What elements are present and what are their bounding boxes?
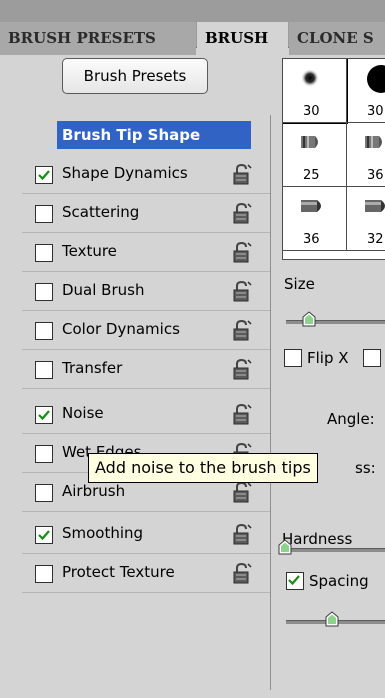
hardness-slider-track[interactable] [284, 548, 385, 552]
lock-icon[interactable] [232, 319, 252, 341]
brush-option-scattering[interactable]: Scattering [22, 194, 270, 233]
lock-icon[interactable] [232, 481, 252, 503]
size-label: Size [284, 275, 315, 293]
option-label: Color Dynamics [62, 320, 180, 338]
noise-tooltip: Add noise to the brush tips [88, 453, 318, 483]
brush-option-protect-texture[interactable]: Protect Texture [22, 554, 270, 593]
size-slider-track[interactable] [286, 320, 385, 324]
option-checkbox[interactable] [35, 565, 53, 583]
brush-preset-cell[interactable]: 36 [347, 123, 385, 187]
option-label: Noise [62, 404, 104, 422]
brush-preset-cell[interactable]: 32 [347, 187, 385, 251]
option-label: Texture [62, 242, 117, 260]
brush-preset-cell[interactable]: 30 [283, 59, 348, 124]
pencil-brush-icon [365, 200, 385, 212]
brush-option-noise[interactable]: Noise [22, 395, 270, 434]
chalk-brush-icon [365, 136, 382, 148]
checkmark-icon [38, 530, 50, 541]
option-checkbox[interactable] [35, 406, 53, 424]
option-label: Dual Brush [62, 281, 145, 299]
brush-tip-shape-item[interactable]: Brush Tip Shape [57, 121, 251, 149]
soft-round-brush-icon [301, 69, 319, 87]
option-checkbox[interactable] [35, 322, 53, 340]
checkmark-icon [288, 575, 300, 586]
brush-tip-preset-grid: 30 30 25 36 36 32 [282, 58, 385, 260]
lock-icon[interactable] [232, 202, 252, 224]
brush-preset-cell[interactable]: 30 [347, 59, 385, 123]
tab-brush-presets[interactable]: BRUSH PRESETS [0, 22, 196, 55]
brush-preset-size: 32 [367, 232, 384, 247]
flip-x-checkbox[interactable] [284, 349, 302, 367]
option-checkbox[interactable] [35, 361, 53, 379]
brush-presets-button[interactable]: Brush Presets [62, 58, 208, 94]
brush-option-color-dynamics[interactable]: Color Dynamics [22, 311, 270, 350]
brush-preset-size: 36 [303, 232, 320, 247]
flip-y-checkbox[interactable] [363, 349, 381, 367]
brush-preset-size: 30 [367, 104, 384, 119]
option-checkbox[interactable] [35, 166, 53, 184]
option-label: Scattering [62, 203, 140, 221]
spacing-slider-knob[interactable] [325, 611, 339, 627]
lock-icon[interactable] [232, 163, 252, 185]
checkmark-icon [38, 170, 50, 181]
brush-preset-size: 30 [303, 104, 320, 119]
brush-option-transfer[interactable]: Transfer [22, 350, 270, 389]
roundness-label: ss: [355, 459, 376, 477]
angle-label: Angle: [327, 410, 375, 428]
brush-preset-cell[interactable]: 36 [283, 187, 347, 251]
option-label: Smoothing [62, 524, 144, 542]
option-label: Transfer [62, 359, 123, 377]
option-label: Protect Texture [62, 563, 175, 581]
option-checkbox[interactable] [35, 445, 53, 463]
panel-tab-strip: BRUSH PRESETS BRUSH CLONE S [0, 8, 385, 56]
lock-icon[interactable] [232, 358, 252, 380]
lock-icon[interactable] [232, 562, 252, 584]
hardness-label: Hardness [282, 530, 353, 548]
option-label: Airbrush [62, 482, 126, 500]
brush-option-texture[interactable]: Texture [22, 233, 270, 272]
lock-icon[interactable] [232, 403, 252, 425]
panel-top-edge [0, 0, 385, 8]
spacing-label: Spacing [309, 572, 369, 590]
brush-preset-cell[interactable]: 25 [283, 123, 347, 187]
option-checkbox[interactable] [35, 484, 53, 502]
option-checkbox[interactable] [35, 205, 53, 223]
brush-option-shape-dynamics[interactable]: Shape Dynamics [22, 155, 270, 194]
spacing-checkbox[interactable] [286, 572, 304, 590]
tab-clone-source[interactable]: CLONE S [289, 22, 385, 55]
option-checkbox[interactable] [35, 244, 53, 262]
size-slider-knob[interactable] [302, 311, 316, 327]
chalk-brush-icon [301, 136, 318, 148]
brush-option-dual-brush[interactable]: Dual Brush [22, 272, 270, 311]
option-checkbox[interactable] [35, 526, 53, 544]
brush-option-smoothing[interactable]: Smoothing [22, 515, 270, 554]
lock-icon[interactable] [232, 241, 252, 263]
option-label: Shape Dynamics [62, 164, 188, 182]
hard-round-brush-icon [367, 65, 385, 93]
pencil-brush-icon [301, 200, 321, 212]
checkmark-icon [38, 410, 50, 421]
lock-icon[interactable] [232, 280, 252, 302]
flip-x-label: Flip X [307, 349, 349, 367]
brush-preset-size: 36 [367, 168, 384, 183]
option-checkbox[interactable] [35, 283, 53, 301]
lock-icon[interactable] [232, 523, 252, 545]
brush-options-list: Brush Tip Shape Shape Dynamics Scattering… [22, 115, 271, 690]
brush-preset-size: 25 [303, 168, 320, 183]
tab-brush[interactable]: BRUSH [197, 22, 288, 56]
hardness-slider-knob[interactable] [278, 539, 292, 555]
